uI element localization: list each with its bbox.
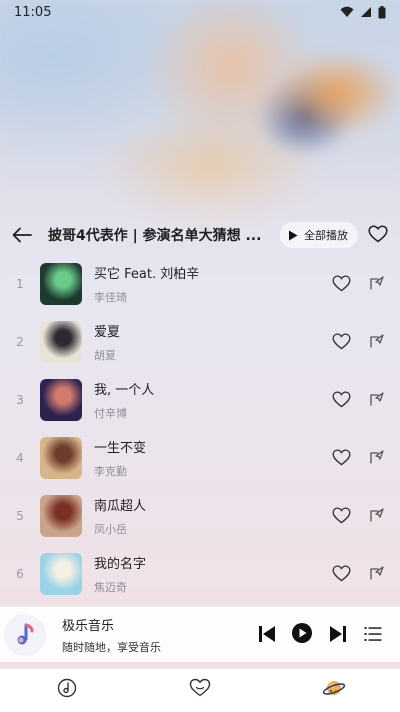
- song-info: 一生不变 李克勤: [94, 437, 314, 479]
- song-row[interactable]: 5 南瓜超人 凤小岳: [0, 487, 400, 545]
- song-artist: 焦迈奇: [94, 581, 127, 594]
- share-icon[interactable]: [369, 391, 385, 407]
- song-row[interactable]: 3 我, 一个人 付辛博: [0, 371, 400, 429]
- song-cover: [40, 379, 82, 421]
- page-title: 披哥4代表作 | 参演名单大猜想 ...: [48, 228, 262, 244]
- song-artist: 李克勤: [94, 465, 127, 478]
- share-icon[interactable]: [369, 333, 385, 349]
- song-row[interactable]: 2 爱夏 胡夏: [0, 313, 400, 371]
- status-bar: 11:05: [0, 0, 400, 24]
- song-index: 4: [16, 451, 24, 465]
- song-cover: [40, 495, 82, 537]
- player-subtitle: 随时随地，享受音乐: [62, 640, 161, 654]
- back-button[interactable]: [2, 218, 42, 252]
- arrow-left-icon: [12, 227, 32, 243]
- song-title: 买它 Feat. 刘柏辛: [94, 267, 200, 282]
- mini-player[interactable]: 极乐音乐 随时随地，享受音乐: [0, 606, 400, 662]
- player-info: 极乐音乐 随时随地，享受音乐: [62, 615, 161, 655]
- battery-icon: [378, 5, 386, 18]
- song-artist: 李佳琦: [94, 291, 127, 304]
- heart-icon[interactable]: [189, 678, 211, 698]
- song-title: 我, 一个人: [94, 383, 155, 398]
- song-artist: 付辛博: [94, 407, 127, 420]
- song-cover: [40, 263, 82, 305]
- song-title: 爱夏: [94, 325, 121, 340]
- favorite-playlist-icon[interactable]: [368, 225, 388, 243]
- share-icon[interactable]: [369, 565, 385, 581]
- song-title: 一生不变: [94, 441, 147, 456]
- like-icon[interactable]: [332, 565, 351, 582]
- planet-icon[interactable]: [322, 676, 346, 700]
- music-disc-icon[interactable]: [57, 678, 77, 698]
- song-info: 爱夏 胡夏: [94, 321, 314, 363]
- song-row[interactable]: 6 我的名字 焦迈奇: [0, 545, 400, 603]
- music-note-icon: [17, 623, 34, 644]
- like-icon[interactable]: [332, 391, 351, 408]
- status-time: 11:05: [14, 4, 52, 20]
- play-all-label: 全部播放: [304, 229, 348, 242]
- like-icon[interactable]: [332, 275, 351, 292]
- share-icon[interactable]: [369, 449, 385, 465]
- bottom-navigation: [0, 668, 400, 712]
- song-index: 6: [16, 567, 24, 581]
- like-icon[interactable]: [332, 507, 351, 524]
- play-icon: [289, 230, 298, 240]
- share-icon[interactable]: [369, 275, 385, 291]
- wifi-icon: [340, 6, 354, 17]
- song-artist: 凤小岳: [94, 523, 127, 536]
- previous-track-icon[interactable]: [258, 624, 276, 644]
- like-icon[interactable]: [332, 449, 351, 466]
- cover-fade-overlay: [0, 150, 400, 270]
- share-icon[interactable]: [369, 507, 385, 523]
- song-cover: [40, 321, 82, 363]
- song-title: 我的名字: [94, 557, 147, 572]
- song-index: 1: [16, 277, 24, 291]
- next-track-icon[interactable]: [329, 624, 347, 644]
- song-index: 5: [16, 509, 24, 523]
- song-index: 3: [16, 393, 24, 407]
- song-list: 1 买它 Feat. 刘柏辛 李佳琦 2 爱夏 胡夏 3 我, 一个人 付辛博 …: [0, 255, 400, 603]
- song-info: 我的名字 焦迈奇: [94, 553, 314, 595]
- player-artwork[interactable]: [4, 613, 46, 656]
- song-info: 买它 Feat. 刘柏辛 李佳琦: [94, 263, 314, 305]
- playlist-header: 披哥4代表作 | 参演名单大猜想 ... 全部播放: [0, 218, 400, 252]
- play-all-button[interactable]: 全部播放: [280, 222, 358, 248]
- playlist-queue-icon[interactable]: [364, 625, 382, 643]
- song-info: 南瓜超人 凤小岳: [94, 495, 314, 537]
- song-cover: [40, 553, 82, 595]
- song-index: 2: [16, 335, 24, 349]
- song-info: 我, 一个人 付辛博: [94, 379, 314, 421]
- song-artist: 胡夏: [94, 349, 116, 362]
- song-title: 南瓜超人: [94, 499, 147, 514]
- play-pause-icon[interactable]: [291, 622, 313, 644]
- player-title: 极乐音乐: [62, 618, 115, 634]
- like-icon[interactable]: [332, 333, 351, 350]
- song-row[interactable]: 4 一生不变 李克勤: [0, 429, 400, 487]
- song-row[interactable]: 1 买它 Feat. 刘柏辛 李佳琦: [0, 255, 400, 313]
- status-icons: [340, 5, 386, 19]
- signal-icon: [361, 7, 371, 17]
- song-cover: [40, 437, 82, 479]
